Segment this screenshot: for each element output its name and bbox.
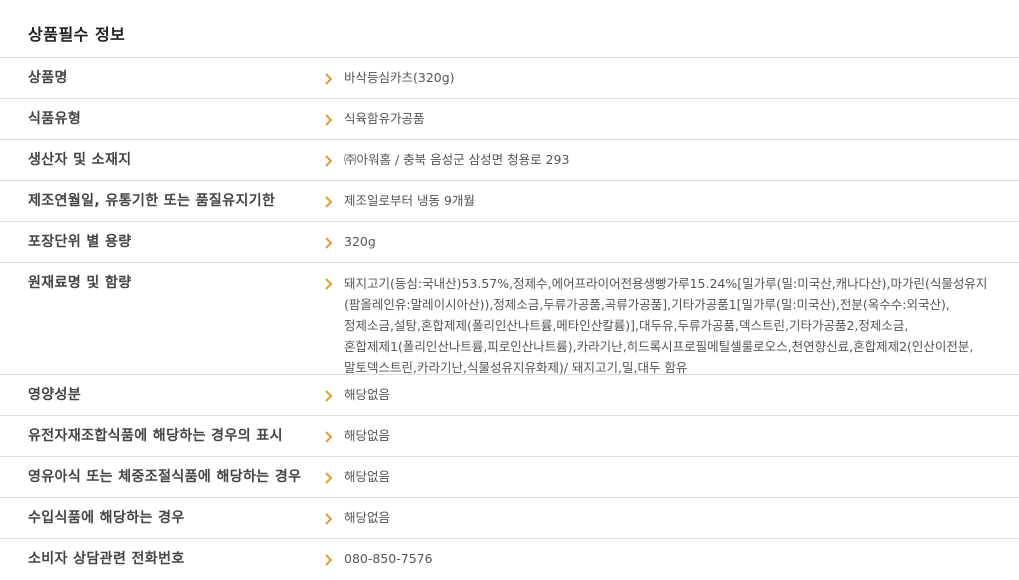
phone-number: 080-850-7576 <box>344 551 433 566</box>
chevron-right-icon <box>316 467 344 497</box>
row-label: 포장단위 별 용량 <box>28 234 132 250</box>
row-value: 바삭등심카츠(320g) <box>344 70 455 85</box>
info-row-nutrition: 영양성분 해당없음 <box>0 375 1019 416</box>
chevron-right-icon <box>316 508 344 538</box>
chevron-right-icon <box>316 232 344 262</box>
row-value: 해당없음 <box>344 510 391 525</box>
chevron-right-icon <box>316 549 344 580</box>
chevron-right-icon <box>316 68 344 98</box>
info-row-expiry: 제조연월일, 유통기한 또는 품질유지기한 제조일로부터 냉동 9개월 <box>0 181 1019 222</box>
row-value: 식육함유가공품 <box>344 111 425 126</box>
info-row-producer: 생산자 및 소재지 ㈜아워홈 / 충북 음성군 삼성면 청용로 293 <box>0 140 1019 181</box>
chevron-right-icon <box>316 150 344 180</box>
row-value: ㈜아워홈 / 충북 음성군 삼성면 청용로 293 <box>344 152 570 167</box>
chevron-right-icon <box>316 385 344 415</box>
info-row-product-name: 상품명 바삭등심카츠(320g) <box>0 58 1019 99</box>
row-value: 돼지고기(등심:국내산)53.57%,정제수,에어프라이어전용생빵가루15.24… <box>344 276 988 375</box>
row-label: 식품유형 <box>28 111 82 127</box>
info-row-gmo: 유전자재조합식품에 해당하는 경우의 표시 해당없음 <box>0 416 1019 457</box>
row-label: 소비자 상담관련 전화번호 <box>28 551 185 567</box>
row-label: 수입식품에 해당하는 경우 <box>28 510 185 526</box>
row-label: 원재료명 및 함량 <box>28 275 132 291</box>
row-label: 영유아식 또는 체중조절식품에 해당하는 경우 <box>28 469 302 485</box>
row-label: 제조연월일, 유통기한 또는 품질유지기한 <box>28 193 276 209</box>
row-value: 해당없음 <box>344 469 391 484</box>
row-label: 상품명 <box>28 70 68 86</box>
row-value: 해당없음 <box>344 428 391 443</box>
row-value: 해당없음 <box>344 387 391 402</box>
chevron-right-icon <box>316 426 344 456</box>
info-row-phone: 소비자 상담관련 전화번호 080-850-7576 <box>0 539 1019 580</box>
info-row-food-type: 식품유형 식육함유가공품 <box>0 99 1019 140</box>
chevron-right-icon <box>316 109 344 139</box>
row-value: 제조일로부터 냉동 9개월 <box>344 193 475 208</box>
row-label: 영양성분 <box>28 387 82 403</box>
info-row-package-volume: 포장단위 별 용량 320g <box>0 222 1019 263</box>
info-row-ingredients: 원재료명 및 함량 돼지고기(등심:국내산)53.57%,정제수,에어프라이어전… <box>0 263 1019 375</box>
chevron-right-icon <box>316 191 344 221</box>
info-row-imported: 수입식품에 해당하는 경우 해당없음 <box>0 498 1019 539</box>
product-info-panel: 상품필수 정보 상품명 바삭등심카츠(320g) 식품유형 식육함유가공품 생산… <box>0 0 1019 578</box>
info-row-infant-diet: 영유아식 또는 체중조절식품에 해당하는 경우 해당없음 <box>0 457 1019 498</box>
chevron-right-icon <box>316 273 344 374</box>
row-label: 유전자재조합식품에 해당하는 경우의 표시 <box>28 428 283 444</box>
row-label: 생산자 및 소재지 <box>28 152 132 168</box>
row-value: 320g <box>344 234 376 249</box>
section-title: 상품필수 정보 <box>0 0 1019 58</box>
